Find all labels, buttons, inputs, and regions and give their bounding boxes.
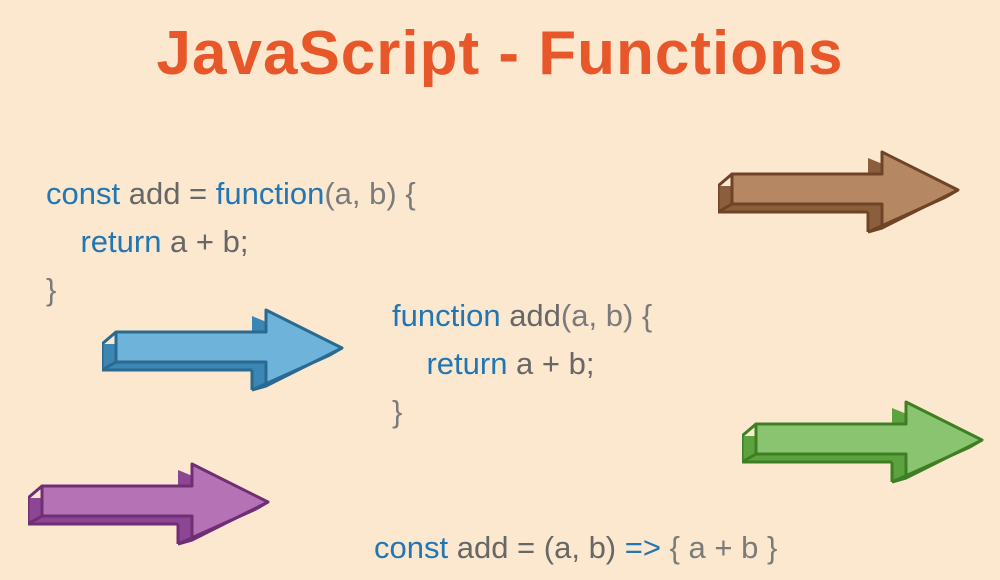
- arrow-face: [732, 152, 958, 228]
- code-line: return a + b;: [46, 218, 526, 266]
- code-text: a + b;: [161, 224, 248, 259]
- code-text: add: [501, 298, 561, 333]
- keyword-function: function: [392, 298, 501, 333]
- arrow-brown-icon: [718, 150, 963, 245]
- code-params: (a, b) {: [324, 176, 415, 211]
- code-text: add = (a, b): [448, 530, 625, 565]
- code-params: (a, b) {: [561, 298, 652, 333]
- arrow-face: [42, 464, 268, 540]
- code-line: return a + b;: [392, 340, 812, 388]
- arrow-blue-icon: [102, 308, 347, 403]
- keyword-return: return: [80, 224, 161, 259]
- code-text: add =: [120, 176, 216, 211]
- code-line: const add = (a, b) => { a + b }: [374, 524, 994, 572]
- code-indent: [46, 224, 80, 259]
- keyword-return: return: [426, 346, 507, 381]
- code-text: { a + b }: [661, 530, 777, 565]
- code-indent: [392, 346, 426, 381]
- keyword-const: const: [374, 530, 448, 565]
- keyword-const: const: [46, 176, 120, 211]
- arrow-face: [756, 402, 982, 478]
- keyword-function: function: [216, 176, 325, 211]
- arrow-operator: =>: [625, 530, 661, 565]
- arrow-face: [116, 310, 342, 386]
- code-line: const add = function(a, b) {: [46, 170, 526, 218]
- code-line: function add(a, b) {: [392, 292, 812, 340]
- code-text: a + b;: [507, 346, 594, 381]
- page-title: JavaScript - Functions: [0, 18, 1000, 89]
- arrow-green-icon: [742, 400, 987, 495]
- arrow-purple-icon: [28, 462, 273, 557]
- code-arrow-function: const add = (a, b) => { a + b }: [374, 524, 994, 572]
